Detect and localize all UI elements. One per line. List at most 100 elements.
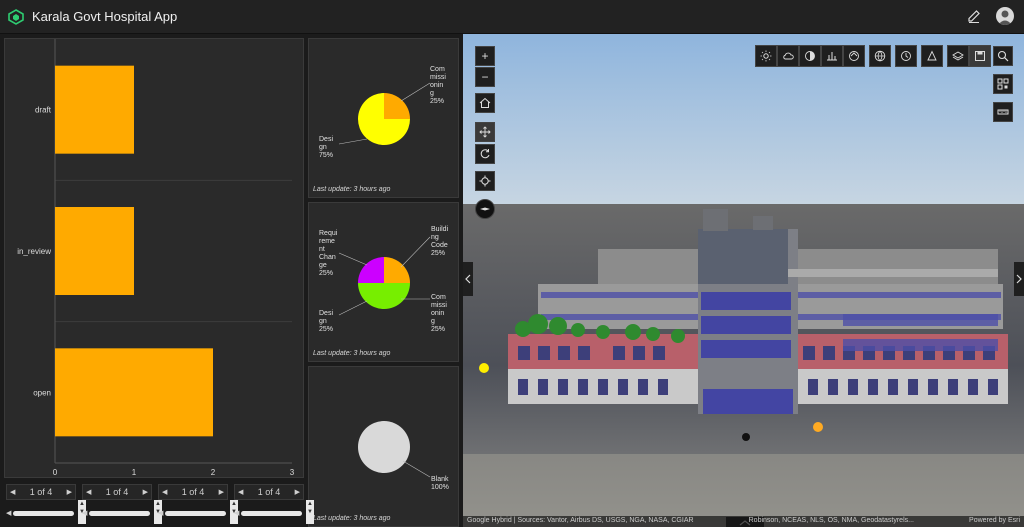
pie-label: Requi reme nt Chan ge 25% [319,230,338,277]
pager-1: ◀ 1 of 4 ▶ ◀ ▲ ▼ [6,484,86,524]
basemap-button[interactable] [869,45,891,67]
last-update-text: Last update: 3 hours ago [313,350,391,357]
zoom-in-button[interactable]: + [475,46,495,66]
time-button[interactable] [895,45,917,67]
scrollbar[interactable] [241,510,302,516]
layers-icon [952,51,964,61]
pie-slice[interactable] [384,93,410,119]
x-tick-label: 1 [132,468,137,477]
measure-line-button[interactable] [993,102,1013,122]
bar-chart-panel: draft in_review open 0 1 2 3 [4,38,304,478]
next-page-icon[interactable]: ▶ [67,488,72,496]
elevation-button[interactable] [821,45,843,67]
pencil-icon[interactable] [966,8,982,24]
pie-label: Buildi ng Code 25% [431,226,449,257]
home-button[interactable] [475,93,495,113]
zoom-out-button[interactable]: − [475,67,495,87]
prev-page-icon[interactable]: ◀ [238,488,243,496]
leader-line [400,82,431,102]
last-update-text: Last update: 3 hours ago [313,186,391,193]
prev-page-icon[interactable]: ◀ [10,488,15,496]
save-button[interactable] [969,45,991,67]
pie-label: Desi gn 25% [319,310,333,333]
next-page-icon[interactable]: ▶ [295,488,300,496]
status-bar-chart: draft in_reviewopen 0 1 2 3 [17,39,295,477]
prev-page-icon[interactable]: ◀ [86,488,91,496]
map-marker-yellow[interactable] [479,363,489,373]
scroll-left-icon[interactable]: ◀ [158,509,163,517]
scene-view[interactable]: + − [463,34,1024,527]
scroll-left-icon[interactable]: ◀ [82,509,87,517]
pager-text: 1 of 4 [181,487,205,497]
bar-open[interactable] [55,348,213,437]
category-label: open [33,388,51,397]
weather-button[interactable] [777,45,799,67]
locate-button[interactable] [475,171,495,191]
pie-slice[interactable] [384,257,410,283]
search-button[interactable] [993,46,1013,66]
weather-icon [783,52,794,60]
compass-button[interactable] [475,199,495,219]
pager-4: ◀ 1 of 4 ▶ ◀ ▲ ▼ [234,484,314,524]
leader-line [338,300,368,316]
3d-scene-image [463,34,1024,527]
pie-chart-panel-3: Blank 100% Last update: 3 hours ago [308,366,459,527]
pager-text: 1 of 4 [29,487,53,497]
measure-line-icon [997,109,1009,115]
pie-label: Com missi onin g 25% [430,66,446,105]
pager-3: ◀ 1 of 4 ▶ ◀ ▲ ▼ [158,484,238,524]
stepper-icon[interactable]: ▲ ▼ [306,500,314,524]
map-marker-black[interactable] [742,433,750,441]
attribution-credits: Robinson, NCEAS, NLS, OS, NMA, Geodatast… [748,517,914,524]
daylight-button[interactable] [755,45,777,67]
x-tick-label: 2 [211,468,216,477]
time-icon [901,51,911,61]
x-tick-label: 0 [53,468,58,477]
pie-label: Desi gn 75% [319,136,333,159]
scrollbar[interactable] [13,510,74,516]
pie-slice[interactable] [358,421,410,473]
scrollbar[interactable] [165,510,226,516]
map-marker-orange[interactable] [813,422,823,432]
layers-button[interactable] [947,45,969,67]
user-avatar-icon[interactable] [996,7,1014,25]
bar-in_review[interactable] [55,207,134,295]
app-header: Karala Govt Hospital App [0,0,1024,34]
next-page-icon[interactable]: ▶ [143,488,148,496]
pan-icon [479,126,491,138]
category-label: draft [35,106,52,115]
next-page-icon[interactable]: ▶ [219,488,224,496]
category-label: in_review [17,247,51,256]
qr-button[interactable] [993,74,1013,94]
bar-draft[interactable] [55,65,134,154]
pie-label: Blank 100% [431,476,449,491]
phase-pie-chart: Com missi onin g 25% Desi gn 75% [319,66,446,159]
qr-icon [997,78,1009,90]
home-icon [479,97,491,108]
scroll-left-icon[interactable]: ◀ [6,509,11,517]
last-update-text: Last update: 3 hours ago [313,515,391,522]
scrollbar[interactable] [89,510,150,516]
elevation-icon [827,52,837,61]
pie-chart-panel-1: Com missi onin g 25% Desi gn 75% Last update: 3… [308,38,459,198]
map-attribution: Google Hybrid | Sources: Vantor, Airbus … [463,516,1024,527]
rotate-icon [480,149,490,159]
app-logo-icon [8,8,24,25]
pan-button[interactable] [475,122,495,142]
pie-slice[interactable] [384,283,410,309]
prev-page-icon[interactable]: ◀ [162,488,167,496]
measure-button[interactable] [843,45,865,67]
leader-line [402,460,431,478]
shadow-button[interactable] [799,45,821,67]
basemap-icon [874,50,886,62]
powered-by-esri[interactable]: Powered by Esri [969,517,1020,526]
pie-slice[interactable] [358,283,384,309]
rotate-button[interactable] [475,144,495,164]
pie-slice[interactable] [358,257,384,283]
pager-text: 1 of 4 [257,487,281,497]
slice-button[interactable] [921,45,943,67]
search-icon [997,50,1009,62]
scroll-left-icon[interactable]: ◀ [234,509,239,517]
blank-pie-chart: Blank 100% [358,421,449,491]
measure-icon [849,51,859,61]
